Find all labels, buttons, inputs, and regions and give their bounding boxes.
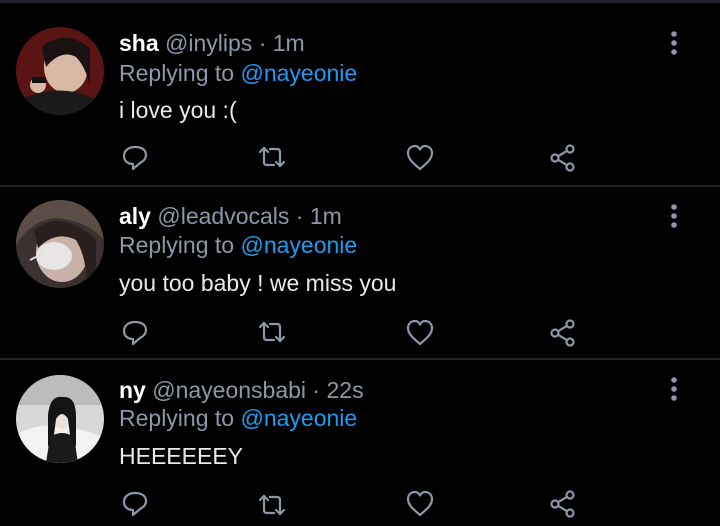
timestamp[interactable]: 1m <box>273 30 305 56</box>
display-name[interactable]: sha <box>119 30 159 56</box>
tweet-text: i love you :( <box>119 97 237 123</box>
tweet-text: HEEEEEEY <box>119 443 243 469</box>
mention-link[interactable]: @nayeonie <box>240 232 357 258</box>
reply-icon[interactable] <box>120 317 150 347</box>
display-name[interactable]: aly <box>119 203 151 229</box>
tweet-card[interactable]: ny @nayeonsbabi · 22s Replying to @nayeo… <box>0 360 720 526</box>
replying-to-label: Replying to <box>119 232 235 258</box>
display-name[interactable]: ny <box>119 377 146 403</box>
username[interactable]: @leadvocals <box>157 203 289 229</box>
more-vertical-icon[interactable] <box>664 375 684 403</box>
tweet-header: ny @nayeonsbabi · 22s <box>119 375 364 405</box>
username[interactable]: @nayeonsbabi <box>152 377 306 403</box>
username[interactable]: @inylips <box>165 30 252 56</box>
tweet-header: aly @leadvocals · 1m <box>119 201 342 231</box>
mention-link[interactable]: @nayeonie <box>240 60 357 86</box>
replying-to-line: Replying to @nayeonie <box>119 58 357 88</box>
replying-to-line: Replying to @nayeonie <box>119 230 357 260</box>
replying-to-label: Replying to <box>119 60 235 86</box>
avatar[interactable] <box>16 375 104 463</box>
more-vertical-icon[interactable] <box>664 202 684 230</box>
replying-to-line: Replying to @nayeonie <box>119 403 357 433</box>
like-icon[interactable] <box>405 489 435 519</box>
separator: · <box>258 30 267 56</box>
reply-icon[interactable] <box>120 142 150 172</box>
retweet-icon[interactable] <box>257 317 287 347</box>
tweet-card[interactable]: aly @leadvocals · 1m Replying to @nayeon… <box>0 187 720 359</box>
mention-link[interactable]: @nayeonie <box>240 405 357 431</box>
share-icon[interactable] <box>548 143 578 173</box>
share-icon[interactable] <box>548 318 578 348</box>
more-vertical-icon[interactable] <box>664 29 684 57</box>
timestamp[interactable]: 1m <box>310 203 342 229</box>
tweet-header: sha @inylips · 1m <box>119 28 305 58</box>
avatar[interactable] <box>16 200 104 288</box>
tweet-card[interactable]: sha @inylips · 1m Replying to @nayeonie … <box>0 0 720 186</box>
avatar[interactable] <box>16 27 104 115</box>
timestamp[interactable]: 22s <box>326 377 363 403</box>
like-icon[interactable] <box>405 318 435 348</box>
separator: · <box>295 203 304 229</box>
tweet-text: you too baby ! we miss you <box>119 270 397 296</box>
reply-icon[interactable] <box>120 488 150 518</box>
replying-to-label: Replying to <box>119 405 235 431</box>
like-icon[interactable] <box>405 143 435 173</box>
separator: · <box>312 377 321 403</box>
tweet-feed: sha @inylips · 1m Replying to @nayeonie … <box>0 0 720 526</box>
share-icon[interactable] <box>548 489 578 519</box>
retweet-icon[interactable] <box>257 490 287 520</box>
retweet-icon[interactable] <box>257 142 287 172</box>
